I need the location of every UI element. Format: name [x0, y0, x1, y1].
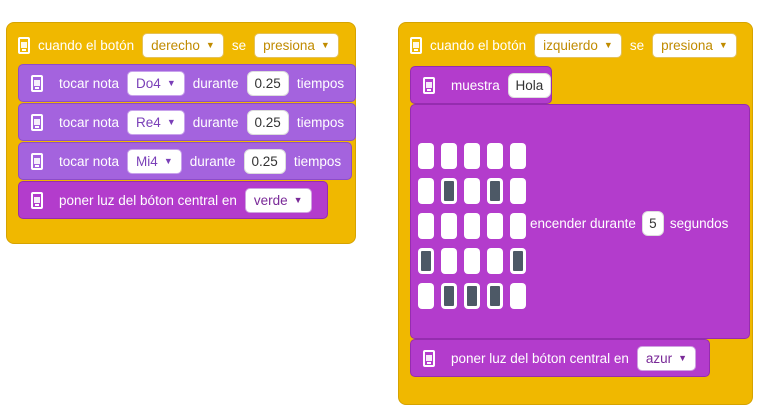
set-center-light-block[interactable]: poner luz del bóton central en verde ▼ [18, 181, 328, 219]
led-cell[interactable] [510, 213, 526, 239]
during-label: durante [189, 153, 236, 169]
led-cell[interactable] [441, 178, 457, 204]
led-cell[interactable] [510, 283, 526, 309]
caret-down-icon: ▼ [166, 77, 176, 88]
note-select-dropdown[interactable]: Mi4 ▼ [127, 148, 182, 174]
microbit-device-icon [423, 76, 435, 94]
button-select-dropdown[interactable]: derecho ▼ [142, 32, 224, 58]
duration-input[interactable]: 0.25 [243, 148, 286, 174]
set-center-light-block[interactable]: poner luz del bóton central en azur ▼ [410, 339, 710, 377]
play-note-block[interactable]: tocar nota Re4 ▼ durante 0.25 tiempos [18, 103, 356, 141]
led-cell[interactable] [487, 213, 503, 239]
during-label: durante [192, 75, 239, 91]
microbit-device-icon [31, 74, 43, 92]
action-select-dropdown[interactable]: presiona ▼ [652, 32, 737, 58]
light-color-dropdown[interactable]: verde ▼ [244, 187, 312, 213]
led-cell[interactable] [487, 143, 503, 169]
note-select-value: Do4 [136, 75, 161, 91]
play-note-label: tocar nota [59, 114, 120, 130]
caret-down-icon: ▼ [718, 39, 728, 50]
led-cell[interactable] [464, 283, 480, 309]
note-select-dropdown[interactable]: Do4 ▼ [127, 70, 185, 96]
button-select-dropdown[interactable]: izquierdo ▼ [534, 32, 622, 58]
beats-unit-label: tiempos [296, 114, 345, 130]
play-note-label: tocar nota [59, 75, 120, 91]
button-select-value: derecho [151, 37, 200, 53]
event-header-left-button: cuando el botón izquierdo ▼ se presiona … [410, 31, 737, 59]
microbit-device-icon [31, 191, 43, 209]
led-cell[interactable] [510, 248, 526, 274]
caret-down-icon: ▼ [678, 352, 688, 363]
event-prefix-label: cuando el botón [38, 37, 135, 53]
led-cell[interactable] [418, 178, 434, 204]
led-cell[interactable] [418, 143, 434, 169]
led-cell[interactable] [487, 248, 503, 274]
led-matrix-grid [418, 143, 526, 309]
light-color-dropdown[interactable]: azur ▼ [636, 345, 697, 371]
event-connector-label: se [231, 37, 247, 53]
light-color-value: verde [253, 192, 288, 208]
led-cell[interactable] [441, 213, 457, 239]
microbit-device-icon [410, 36, 422, 54]
led-cell[interactable] [464, 143, 480, 169]
microbit-device-icon [18, 36, 30, 54]
duration-input[interactable]: 0.25 [246, 70, 289, 96]
led-cell[interactable] [464, 178, 480, 204]
event-connector-label: se [629, 37, 645, 53]
led-cell[interactable] [510, 178, 526, 204]
led-cell[interactable] [441, 143, 457, 169]
led-cell[interactable] [418, 283, 434, 309]
action-select-dropdown[interactable]: presiona ▼ [254, 32, 339, 58]
caret-down-icon: ▼ [320, 39, 330, 50]
seconds-input[interactable]: 5 [641, 210, 664, 236]
duration-input[interactable]: 0.25 [246, 109, 289, 135]
beats-unit-label: tiempos [293, 153, 342, 169]
event-prefix-label: cuando el botón [430, 37, 527, 53]
play-note-block[interactable]: tocar nota Do4 ▼ durante 0.25 tiempos [18, 64, 356, 102]
seconds-unit-label: segundos [669, 215, 729, 231]
button-select-value: izquierdo [543, 37, 598, 53]
led-cell[interactable] [418, 248, 434, 274]
show-text-input[interactable]: Hola [507, 72, 551, 98]
matrix-duration-row: encender durante 5 segundos [530, 209, 728, 237]
caret-down-icon: ▼ [163, 155, 173, 166]
set-light-label: poner luz del bóton central en [59, 192, 237, 208]
beats-unit-label: tiempos [296, 75, 345, 91]
caret-down-icon: ▼ [205, 39, 215, 50]
led-cell[interactable] [418, 213, 434, 239]
during-label: durante [192, 114, 239, 130]
caret-down-icon: ▼ [166, 116, 176, 127]
show-text-label: muestra [451, 77, 500, 93]
show-text-block[interactable]: muestra Hola [410, 66, 552, 104]
play-note-label: tocar nota [59, 153, 120, 169]
light-for-label: encender durante [530, 215, 636, 231]
led-cell[interactable] [510, 143, 526, 169]
caret-down-icon: ▼ [293, 194, 303, 205]
led-cell[interactable] [487, 283, 503, 309]
microbit-device-icon [31, 113, 43, 131]
led-cell[interactable] [487, 178, 503, 204]
note-select-dropdown[interactable]: Re4 ▼ [127, 109, 185, 135]
action-select-value: presiona [263, 37, 315, 53]
light-color-value: azur [645, 350, 673, 366]
note-select-value: Re4 [136, 114, 161, 130]
play-note-block[interactable]: tocar nota Mi4 ▼ durante 0.25 tiempos [18, 142, 352, 180]
led-cell[interactable] [441, 283, 457, 309]
led-cell[interactable] [464, 213, 480, 239]
action-select-value: presiona [661, 37, 713, 53]
note-select-value: Mi4 [136, 153, 158, 169]
microbit-device-icon [31, 152, 43, 170]
led-cell[interactable] [464, 248, 480, 274]
event-header-right-button: cuando el botón derecho ▼ se presiona ▼ [18, 31, 339, 59]
set-light-label: poner luz del bóton central en [451, 350, 629, 366]
led-cell[interactable] [441, 248, 457, 274]
caret-down-icon: ▼ [603, 39, 613, 50]
microbit-device-icon [423, 349, 435, 367]
